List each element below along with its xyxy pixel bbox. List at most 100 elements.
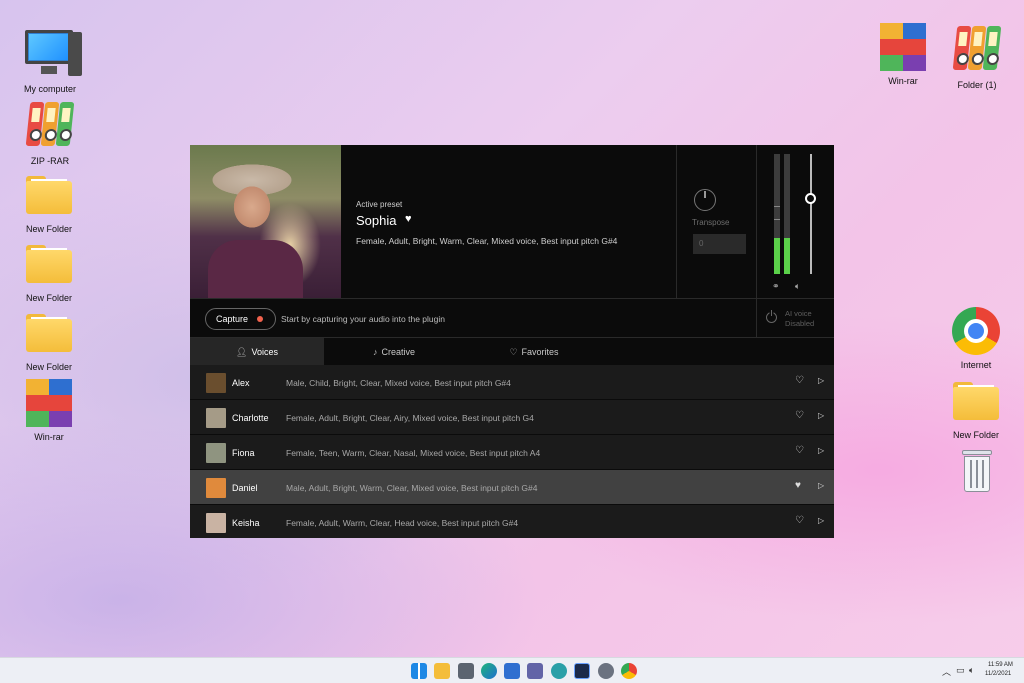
ai-voice-status: Disabled <box>785 319 815 328</box>
desktop-icon-label: New Folder <box>952 430 999 440</box>
desktop-icon-my-computer[interactable]: My computer <box>14 28 86 94</box>
edge-icon[interactable] <box>481 663 497 679</box>
input-level-meter-left <box>774 154 780 274</box>
desktop-icon-label: My computer <box>23 84 76 94</box>
play-icon[interactable]: ▷ <box>818 411 824 420</box>
active-preset-caption: Active preset <box>356 200 403 209</box>
desktop-icon-win-rar[interactable]: Win-rar <box>13 376 85 442</box>
winrar-icon <box>22 376 76 430</box>
meter-fill <box>784 238 790 274</box>
tab-voices[interactable]: 👤︎ Voices <box>190 338 324 365</box>
file-explorer-icon[interactable] <box>434 663 450 679</box>
play-icon[interactable]: ▷ <box>818 446 824 455</box>
desktop-icon-label: ZIP -RAR <box>30 156 70 166</box>
app-icon[interactable] <box>574 663 590 679</box>
meter-fill <box>774 238 780 274</box>
power-icon[interactable] <box>766 310 777 323</box>
desktop-icon-new-folder[interactable]: New Folder <box>13 237 85 303</box>
tab-creative[interactable]: ♪ Creative <box>324 338 464 365</box>
chrome-icon <box>949 304 1003 358</box>
transpose-label: Transpose <box>692 218 730 227</box>
speaker-icon[interactable]: 🔈︎ <box>795 281 800 292</box>
favorite-heart-icon[interactable]: ♡ <box>795 410 804 421</box>
voice-row-keisha[interactable]: Keisha Female, Adult, Warm, Clear, Head … <box>190 505 834 538</box>
desktop-icon-new-folder[interactable]: New Folder <box>13 168 85 234</box>
folder-icon <box>22 168 76 222</box>
speaker-icon[interactable]: 🔈︎ <box>969 665 974 676</box>
link-icon[interactable]: ⚭ <box>772 281 780 292</box>
voice-tabs: 👤︎ Voices ♪ Creative ♡ Favorites <box>190 338 834 365</box>
chrome-icon[interactable] <box>621 663 637 679</box>
winrar-icon <box>876 20 930 74</box>
heart-icon[interactable]: ♥ <box>405 213 412 225</box>
tab-label: Creative <box>381 347 415 357</box>
music-note-icon: ♪ <box>372 347 378 357</box>
preset-avatar-image <box>190 145 341 298</box>
voice-row-alex[interactable]: Alex Male, Child, Bright, Clear, Mixed v… <box>190 365 834 400</box>
tab-label: Favorites <box>521 347 559 357</box>
voice-name: Keisha <box>232 518 260 528</box>
taskbar-time[interactable]: 11:59 AM <box>988 662 1013 668</box>
avatar <box>206 373 226 393</box>
avatar <box>206 513 226 533</box>
desktop-icon-label: New Folder <box>25 224 72 234</box>
desktop-icon-label: Win-rar <box>34 432 64 442</box>
chevron-up-icon[interactable]: ︿ <box>942 665 951 678</box>
desktop-icon-new-folder[interactable]: New Folder <box>940 374 1012 440</box>
voice-row-fiona[interactable]: Fiona Female, Teen, Warm, Clear, Nasal, … <box>190 435 834 470</box>
desktop-icon-win-rar[interactable]: Win-rar <box>867 20 939 86</box>
capture-button-label: Capture <box>216 314 249 324</box>
capture-button[interactable]: Capture <box>205 308 276 330</box>
active-preset-panel: Active preset Sophia ♥ Female, Adult, Br… <box>341 145 676 298</box>
tab-favorites[interactable]: ♡ Favorites <box>464 338 604 365</box>
computer-icon <box>23 28 82 82</box>
record-dot-icon <box>257 316 263 322</box>
transpose-input[interactable]: 0 <box>693 234 746 254</box>
camera-icon[interactable] <box>458 663 474 679</box>
folder-icon <box>22 237 76 291</box>
desktop-icon-label: New Folder <box>25 362 72 372</box>
desktop-icon-label: Win-rar <box>888 76 918 86</box>
desktop-icon-zip-rar[interactable]: ZIP -RAR <box>14 100 86 166</box>
volume-slider-thumb[interactable] <box>805 193 816 204</box>
folder-icon <box>949 374 1003 428</box>
capture-bar: Capture Start by capturing your audio in… <box>190 298 834 338</box>
maps-icon[interactable] <box>551 663 567 679</box>
desktop-icon-internet[interactable]: Internet <box>940 304 1012 370</box>
active-preset-tags: Female, Adult, Bright, Warm, Clear, Mixe… <box>356 236 618 246</box>
play-icon[interactable]: ▷ <box>818 376 824 385</box>
favorite-heart-icon[interactable]: ♥ <box>795 480 801 491</box>
voice-name: Charlotte <box>232 413 269 423</box>
active-preset-name: Sophia <box>356 213 397 228</box>
play-icon[interactable]: ▷ <box>818 516 824 525</box>
start-icon[interactable] <box>411 663 427 679</box>
desktop-icon-recycle-bin[interactable] <box>940 444 1012 498</box>
store-icon[interactable] <box>504 663 520 679</box>
ai-voice-toggle[interactable]: AI voice Disabled <box>756 299 834 338</box>
folder-icon <box>22 306 76 360</box>
desktop-icon-folder-1[interactable]: Folder (1) <box>941 24 1013 90</box>
input-level-meter-right <box>784 154 790 274</box>
voice-tags: Male, Adult, Bright, Warm, Clear, Mixed … <box>286 483 538 493</box>
teams-icon[interactable] <box>527 663 543 679</box>
voice-tags: Female, Adult, Warm, Clear, Head voice, … <box>286 518 519 528</box>
favorite-heart-icon[interactable]: ♡ <box>795 445 804 456</box>
voice-list: Alex Male, Child, Bright, Clear, Mixed v… <box>190 365 834 538</box>
voice-tags: Male, Child, Bright, Clear, Mixed voice,… <box>286 378 511 388</box>
favorite-heart-icon[interactable]: ♡ <box>795 375 804 386</box>
favorite-heart-icon[interactable]: ♡ <box>795 515 804 526</box>
voice-row-charlotte[interactable]: Charlotte Female, Adult, Bright, Clear, … <box>190 400 834 435</box>
voice-row-daniel[interactable]: Daniel Male, Adult, Bright, Warm, Clear,… <box>190 470 834 505</box>
play-icon[interactable]: ▷ <box>818 481 824 490</box>
level-meter-panel: ⚭ 🔈︎ <box>756 145 834 298</box>
transpose-knob[interactable] <box>694 189 716 211</box>
tab-label: Voices <box>251 347 278 357</box>
binders-icon <box>950 24 1004 78</box>
desktop-icon-new-folder[interactable]: New Folder <box>13 306 85 372</box>
settings-icon[interactable] <box>598 663 614 679</box>
network-icon[interactable]: ▭ <box>956 665 965 676</box>
taskbar-date[interactable]: 11/2/2021 <box>985 671 1011 677</box>
volume-slider-track[interactable] <box>810 154 812 274</box>
heart-icon: ♡ <box>509 347 518 357</box>
desktop-icon-label: Folder (1) <box>957 80 997 90</box>
